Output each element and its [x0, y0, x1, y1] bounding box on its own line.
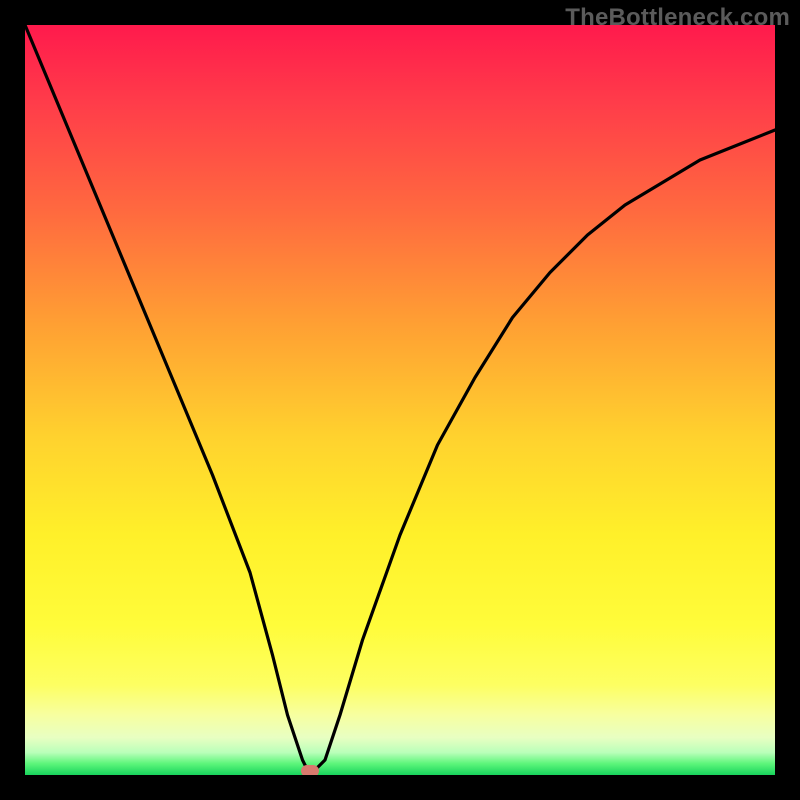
optimal-point-marker	[301, 765, 319, 775]
chart-frame: TheBottleneck.com	[0, 0, 800, 800]
bottleneck-curve	[25, 25, 775, 775]
curve-svg	[25, 25, 775, 775]
watermark-text: TheBottleneck.com	[565, 4, 790, 32]
plot-area	[25, 25, 775, 775]
